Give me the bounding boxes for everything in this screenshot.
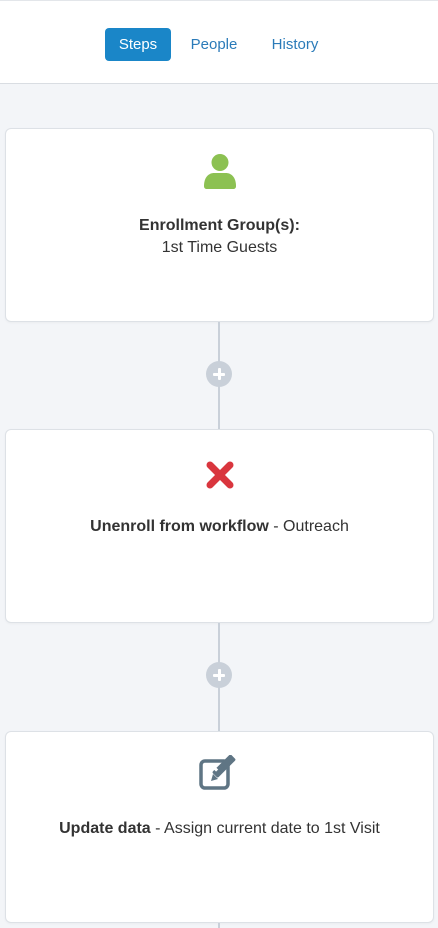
add-step-button[interactable] <box>206 662 232 688</box>
tab-history[interactable]: History <box>262 28 328 61</box>
tab-steps[interactable]: Steps <box>105 28 171 61</box>
step-text: Unenroll from workflow - Outreach <box>6 516 433 538</box>
tab-bar: Steps People History <box>0 0 438 84</box>
step-detail: 1st Time Guests <box>161 239 278 256</box>
step-card-update-data[interactable]: Update data - Assign current date to 1st… <box>5 731 434 923</box>
person-icon <box>203 153 237 194</box>
step-card-enrollment[interactable]: Enrollment Group(s): 1st Time Guests <box>5 128 434 322</box>
connector-line <box>218 923 220 928</box>
tab-people[interactable]: People <box>180 28 248 61</box>
step-title: Update data <box>59 820 151 837</box>
step-detail: - Assign current date to 1st Visit <box>150 820 380 837</box>
step-title: Unenroll from workflow <box>90 518 269 535</box>
step-title: Enrollment Group(s): <box>139 217 300 234</box>
red-x-icon <box>205 460 235 495</box>
step-title-line: Enrollment Group(s): <box>6 215 433 237</box>
edit-icon <box>198 754 242 796</box>
step-text: Update data - Assign current date to 1st… <box>6 818 433 840</box>
step-detail: - Outreach <box>268 518 349 535</box>
add-step-button[interactable] <box>206 361 232 387</box>
step-card-unenroll[interactable]: Unenroll from workflow - Outreach <box>5 429 434 623</box>
